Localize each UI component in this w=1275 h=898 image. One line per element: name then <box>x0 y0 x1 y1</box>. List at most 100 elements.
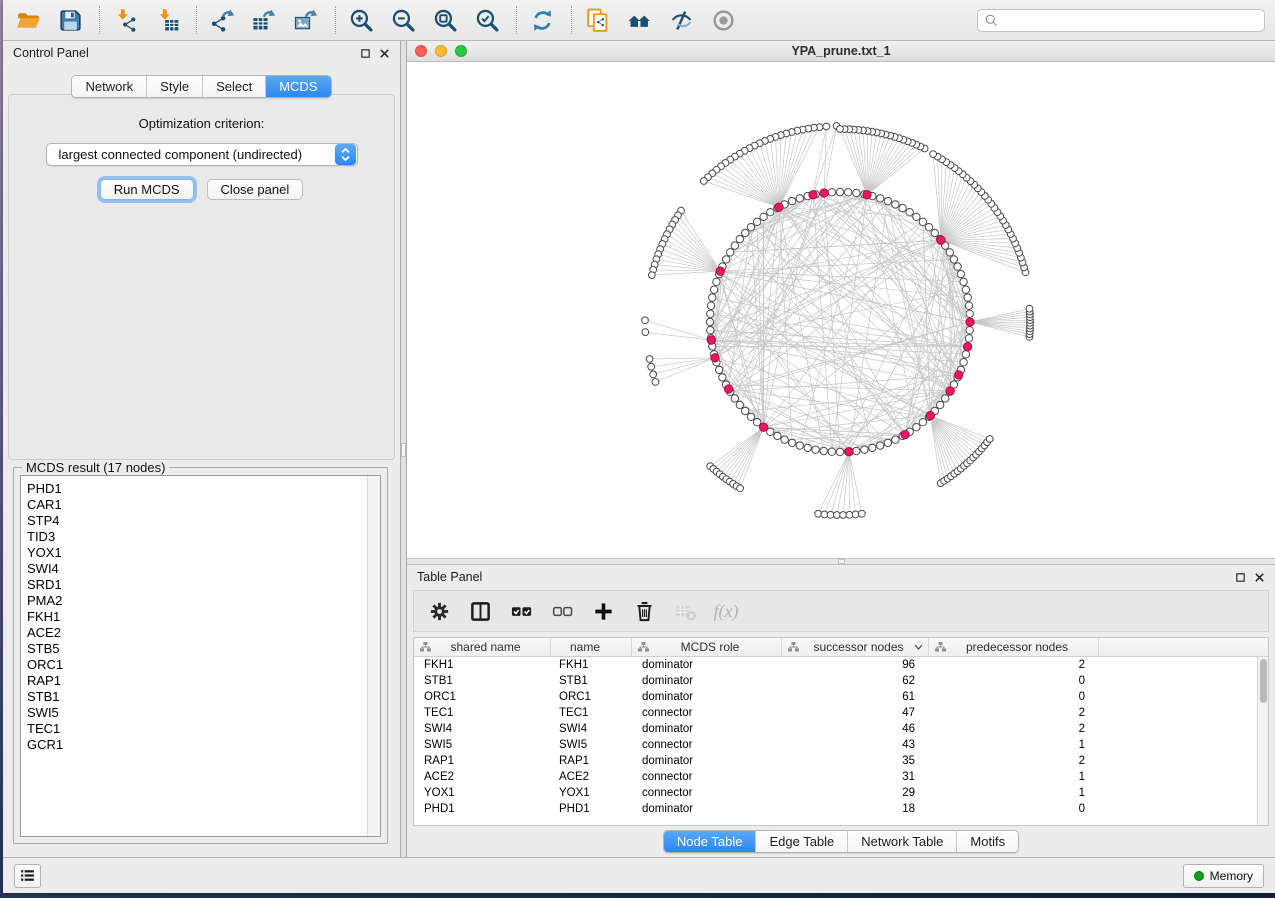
network-node[interactable] <box>965 335 972 342</box>
tab-network[interactable]: Network <box>72 76 146 97</box>
split-grip[interactable] <box>401 443 406 457</box>
mcds-result-item[interactable]: STB5 <box>21 641 380 657</box>
network-node[interactable] <box>736 235 743 242</box>
network-node[interactable] <box>836 448 843 455</box>
table-row[interactable]: TEC1TEC1connector472 <box>414 705 1257 721</box>
export-image-icon[interactable] <box>291 5 321 35</box>
network-node[interactable] <box>753 218 760 225</box>
mcds-result-item[interactable]: ORC1 <box>21 657 380 673</box>
network-node[interactable] <box>837 126 844 133</box>
float-panel-icon[interactable] <box>360 48 371 59</box>
network-node[interactable] <box>652 379 659 386</box>
panel-split-divider[interactable] <box>400 41 407 857</box>
mcds-result-item[interactable]: PHD1 <box>21 481 380 497</box>
search-input[interactable] <box>1003 13 1258 27</box>
zoom-selected-icon[interactable] <box>472 5 502 35</box>
network-node[interactable] <box>937 401 944 408</box>
network-node[interactable] <box>736 401 743 408</box>
refresh-icon[interactable] <box>527 5 557 35</box>
zoom-in-icon[interactable] <box>346 5 376 35</box>
dominator-node[interactable] <box>820 189 828 197</box>
network-node[interactable] <box>823 123 830 130</box>
network-node[interactable] <box>737 485 744 492</box>
mcds-result-item[interactable]: TEC1 <box>21 721 380 737</box>
network-node[interactable] <box>709 294 716 301</box>
table-row[interactable]: PHD1PHD1dominator180 <box>414 801 1257 817</box>
zoom-out-icon[interactable] <box>388 5 418 35</box>
table-row[interactable]: STB1STB1dominator620 <box>414 673 1257 689</box>
column-header-predecessor-nodes[interactable]: predecessor nodes <box>929 638 1099 656</box>
table-tab-edge-table[interactable]: Edge Table <box>755 831 847 852</box>
network-node[interactable] <box>950 256 957 263</box>
network-node[interactable] <box>1026 305 1033 312</box>
network-node[interactable] <box>774 432 781 439</box>
network-node[interactable] <box>962 351 969 358</box>
mcds-result-item[interactable]: RAP1 <box>21 673 380 689</box>
network-node[interactable] <box>788 439 795 446</box>
table-row[interactable]: YOX1YOX1connector291 <box>414 785 1257 801</box>
gear-icon[interactable] <box>426 598 452 624</box>
network-node[interactable] <box>877 442 884 449</box>
network-node[interactable] <box>719 374 726 381</box>
mcds-list-scrollbar[interactable] <box>367 476 380 836</box>
network-node[interactable] <box>954 263 961 270</box>
mcds-result-item[interactable]: SWI5 <box>21 705 380 721</box>
mcds-result-item[interactable]: STP4 <box>21 513 380 529</box>
network-node[interactable] <box>767 209 774 216</box>
network-node[interactable] <box>700 178 707 185</box>
column-header-successor-nodes[interactable]: successor nodes <box>782 638 929 656</box>
dominator-node[interactable] <box>963 343 971 351</box>
network-node[interactable] <box>960 278 967 285</box>
network-node[interactable] <box>707 327 714 334</box>
network-node[interactable] <box>964 294 971 301</box>
network-node[interactable] <box>648 363 655 370</box>
network-node[interactable] <box>913 424 920 431</box>
table-scrollbar[interactable] <box>1257 657 1268 825</box>
close-panel-button[interactable]: Close panel <box>207 179 304 200</box>
task-history-button[interactable] <box>14 864 41 888</box>
column-header-name[interactable]: name <box>551 638 632 656</box>
hide-eye-icon[interactable] <box>666 5 696 35</box>
mcds-result-item[interactable]: GCR1 <box>21 737 380 753</box>
network-node[interactable] <box>884 197 891 204</box>
network-node[interactable] <box>930 151 937 158</box>
dominator-node[interactable] <box>966 318 974 326</box>
mcds-result-item[interactable]: CAR1 <box>21 497 380 513</box>
network-node[interactable] <box>747 224 754 231</box>
network-node[interactable] <box>742 229 749 236</box>
network-node[interactable] <box>892 201 899 208</box>
tab-mcds[interactable]: MCDS <box>265 76 330 97</box>
close-table-panel-icon[interactable] <box>1254 572 1265 583</box>
mcds-result-item[interactable]: SWI4 <box>21 561 380 577</box>
mcds-result-item[interactable]: ACE2 <box>21 625 380 641</box>
network-node[interactable] <box>796 442 803 449</box>
tab-style[interactable]: Style <box>146 76 202 97</box>
network-node[interactable] <box>710 286 717 293</box>
network-node[interactable] <box>713 278 720 285</box>
network-node[interactable] <box>804 444 811 451</box>
open-folder-icon[interactable] <box>13 5 43 35</box>
network-node[interactable] <box>706 318 713 325</box>
tab-select[interactable]: Select <box>202 76 265 97</box>
network-node[interactable] <box>925 224 932 231</box>
network-node[interactable] <box>742 407 749 414</box>
network-node[interactable] <box>747 413 754 420</box>
network-node[interactable] <box>715 366 722 373</box>
column-header-MCDS-role[interactable]: MCDS role <box>632 638 782 656</box>
deselect-all-icon[interactable] <box>549 598 575 624</box>
network-node[interactable] <box>642 317 649 324</box>
select-all-icon[interactable] <box>508 598 534 624</box>
table-row[interactable]: SWI5SWI5connector431 <box>414 737 1257 753</box>
split-columns-icon[interactable] <box>467 598 493 624</box>
network-node[interactable] <box>648 272 655 279</box>
houses-icon[interactable] <box>624 5 654 35</box>
network-node[interactable] <box>642 329 649 336</box>
mcds-result-item[interactable]: PMA2 <box>21 593 380 609</box>
table-row[interactable]: ORC1ORC1dominator610 <box>414 689 1257 705</box>
import-table-icon[interactable] <box>152 5 182 35</box>
network-node[interactable] <box>707 310 714 317</box>
close-panel-icon[interactable] <box>379 48 390 59</box>
dominator-node[interactable] <box>775 203 783 211</box>
network-node[interactable] <box>781 436 788 443</box>
dominator-node[interactable] <box>946 387 954 395</box>
